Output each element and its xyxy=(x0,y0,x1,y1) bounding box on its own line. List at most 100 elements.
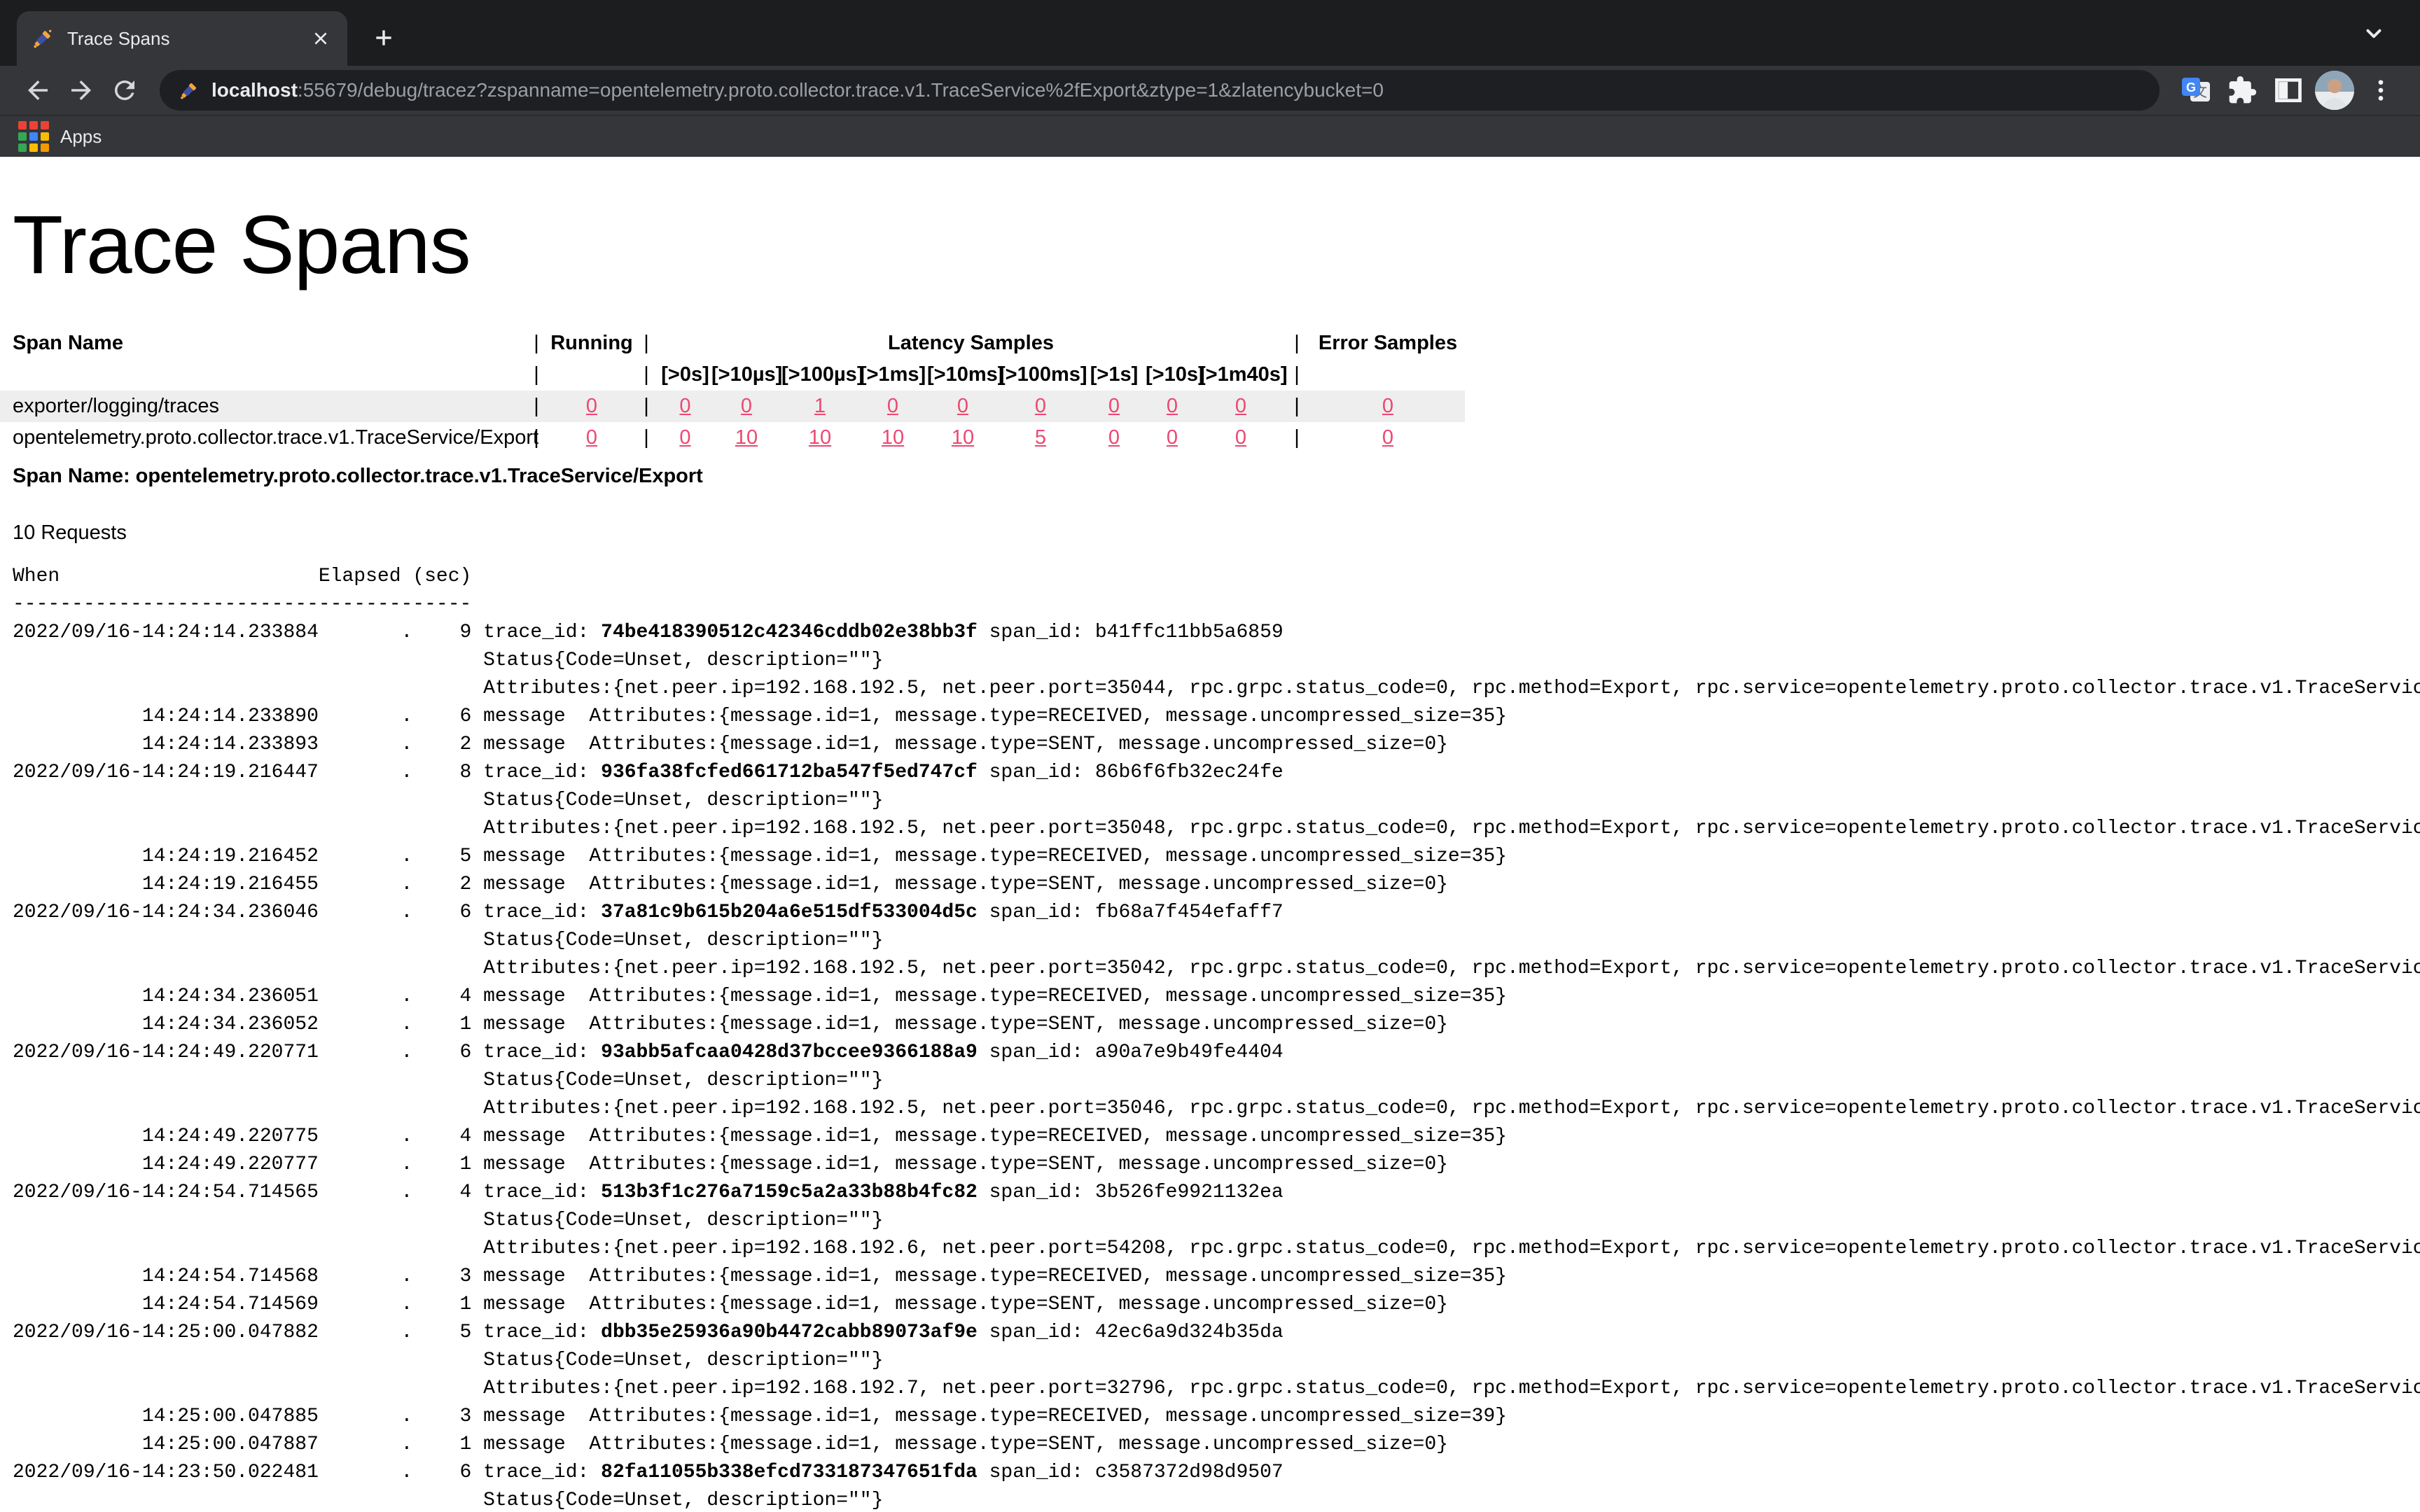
span-status-line: Status{Code=Unset, description=""} xyxy=(13,1067,2420,1095)
column-separator: | xyxy=(523,395,550,418)
span-event-line: 14:24:49.220777 . 1 message Attributes:{… xyxy=(13,1151,2420,1179)
bucket-label: [>10ms] xyxy=(927,363,999,386)
span-status-line: Status{Code=Unset, description=""} xyxy=(13,787,2420,815)
error-count-link[interactable]: 0 xyxy=(1382,426,1393,449)
bucket-count-link[interactable]: 0 xyxy=(1235,395,1246,417)
bucket-count-link-cell: 10 xyxy=(711,426,781,449)
back-button[interactable] xyxy=(20,72,56,108)
bucket-count-link[interactable]: 10 xyxy=(735,426,758,449)
bucket-count-link[interactable]: 0 xyxy=(741,395,752,417)
reload-button[interactable] xyxy=(106,72,143,108)
address-bar[interactable]: localhost:55679/debug/tracez?zspanname=o… xyxy=(160,70,2160,111)
span-status-line: Status{Code=Unset, description=""} xyxy=(13,1207,2420,1235)
bucket-count-link-cell: 0 xyxy=(1083,426,1146,449)
span-event-line: 14:24:19.216455 . 2 message Attributes:{… xyxy=(13,871,2420,899)
running-count-link[interactable]: 0 xyxy=(586,395,597,417)
bucket-label: [>0s] xyxy=(659,363,711,386)
span-status-line: Status{Code=Unset, description=""} xyxy=(13,927,2420,955)
bucket-count-link[interactable]: 5 xyxy=(1035,426,1046,449)
bucket-count-link[interactable]: 0 xyxy=(679,395,690,417)
table-header-row: Span Name | Running | Latency Samples | … xyxy=(0,328,1465,359)
bucket-count-link[interactable]: 0 xyxy=(1167,426,1178,449)
url-host: localhost xyxy=(211,79,298,101)
reload-icon xyxy=(110,76,139,105)
span-name-header: Span Name xyxy=(0,332,523,355)
column-separator: | xyxy=(523,426,550,449)
tab-search-button[interactable] xyxy=(2357,17,2391,50)
bucket-count-link-cell: 0 xyxy=(1199,426,1283,449)
running-count-link-cell: 0 xyxy=(550,395,634,418)
bucket-count-link-cell: 1 xyxy=(781,395,858,418)
span-start-line: 2022/09/16-14:25:00.047882 . 5 trace_id:… xyxy=(13,1319,2420,1347)
browser-tab[interactable]: Trace Spans xyxy=(17,11,347,66)
span-name-cell: opentelemetry.proto.collector.trace.v1.T… xyxy=(0,426,523,449)
span-start-line: 2022/09/16-14:24:14.233884 . 9 trace_id:… xyxy=(13,619,2420,647)
bucket-count-link-cell: 0 xyxy=(1083,395,1146,418)
error-count-link[interactable]: 0 xyxy=(1382,395,1393,417)
bucket-count-link[interactable]: 0 xyxy=(1235,426,1246,449)
tracez-page: Trace Spans Span Name | Running | Latenc… xyxy=(0,199,2420,1512)
side-panel-icon xyxy=(2273,75,2304,106)
request-count: 10 Requests xyxy=(13,522,2420,545)
bucket-label: [>1s] xyxy=(1083,363,1146,386)
span-event-line: 14:24:54.714568 . 3 message Attributes:{… xyxy=(13,1263,2420,1291)
span-attributes-line: Attributes:{net.peer.ip=192.168.192.5, n… xyxy=(13,815,2420,843)
bucket-count-link-cell: 0 xyxy=(659,395,711,418)
new-tab-button[interactable] xyxy=(364,18,403,57)
bucket-label: [>1m40s] xyxy=(1199,363,1283,386)
span-attributes-line: Attributes:{net.peer.ip=192.168.192.5, n… xyxy=(13,1095,2420,1123)
span-event-line: 14:25:00.047887 . 1 message Attributes:{… xyxy=(13,1431,2420,1459)
bucket-count-link[interactable]: 0 xyxy=(887,395,898,417)
puzzle-icon xyxy=(2227,75,2258,106)
span-summary-table: Span Name | Running | Latency Samples | … xyxy=(0,328,2420,454)
bucket-count-link[interactable]: 10 xyxy=(952,426,974,449)
bucket-count-link[interactable]: 10 xyxy=(882,426,904,449)
bucket-count-link-cell: 0 xyxy=(1146,395,1199,418)
span-status-line: Status{Code=Unset, description=""} xyxy=(13,647,2420,675)
bucket-count-link[interactable]: 0 xyxy=(1108,426,1120,449)
bucket-count-link[interactable]: 1 xyxy=(814,395,826,417)
browser-chrome: Trace Spans xyxy=(0,0,2420,157)
column-separator: | xyxy=(1283,332,1311,355)
error-count-link-cell: 0 xyxy=(1311,395,1465,418)
bucket-count-link-cell: 10 xyxy=(781,426,858,449)
browser-menu-button[interactable] xyxy=(2361,71,2400,110)
column-separator: | xyxy=(634,332,659,355)
forward-arrow-icon xyxy=(67,76,96,105)
profile-avatar[interactable] xyxy=(2315,71,2354,110)
telescope-favicon-icon xyxy=(178,79,200,102)
page-title: Trace Spans xyxy=(13,199,2420,291)
span-event-line: 14:25:00.047885 . 3 message Attributes:{… xyxy=(13,1403,2420,1431)
running-count-link[interactable]: 0 xyxy=(586,426,597,449)
tab-close-icon[interactable] xyxy=(308,26,333,51)
column-separator: | xyxy=(634,426,659,449)
table-row: exporter/logging/traces|0|001000000|0 xyxy=(0,391,1465,422)
forward-button[interactable] xyxy=(63,72,99,108)
log-divider: --------------------------------------- xyxy=(13,591,2420,619)
bucket-label: [>100ms] xyxy=(999,363,1083,386)
translate-button[interactable]: 文 G xyxy=(2176,71,2216,110)
bucket-count-link[interactable]: 0 xyxy=(957,395,968,417)
bucket-count-link-cell: 0 xyxy=(999,395,1083,418)
running-header: Running xyxy=(550,332,634,355)
column-separator: | xyxy=(1283,426,1311,449)
bucket-label-row: | | [>0s] [>10µs] [>100µs] [>1ms] [>10ms… xyxy=(0,359,1465,391)
log-header: When Elapsed (sec) xyxy=(13,563,2420,591)
bucket-count-link[interactable]: 0 xyxy=(679,426,690,449)
span-event-line: 14:24:14.233893 . 2 message Attributes:{… xyxy=(13,731,2420,759)
span-event-line: 14:24:19.216452 . 5 message Attributes:{… xyxy=(13,843,2420,871)
bucket-count-link[interactable]: 0 xyxy=(1035,395,1046,417)
bucket-count-link[interactable]: 0 xyxy=(1167,395,1178,417)
side-panel-button[interactable] xyxy=(2269,71,2308,110)
bucket-count-link[interactable]: 10 xyxy=(809,426,831,449)
chevron-down-icon xyxy=(2362,22,2386,46)
url-path: :55679/debug/tracez?zspanname=openteleme… xyxy=(298,79,1384,101)
bookmark-apps[interactable]: Apps xyxy=(18,121,102,152)
span-event-line: 14:24:34.236051 . 4 message Attributes:{… xyxy=(13,983,2420,1011)
selected-span-name: Span Name: opentelemetry.proto.collector… xyxy=(13,465,2420,488)
span-start-line: 2022/09/16-14:24:54.714565 . 4 trace_id:… xyxy=(13,1179,2420,1207)
span-start-line: 2022/09/16-14:24:34.236046 . 6 trace_id:… xyxy=(13,899,2420,927)
column-separator: | xyxy=(1283,395,1311,418)
bucket-count-link[interactable]: 0 xyxy=(1108,395,1120,417)
extensions-button[interactable] xyxy=(2223,71,2262,110)
